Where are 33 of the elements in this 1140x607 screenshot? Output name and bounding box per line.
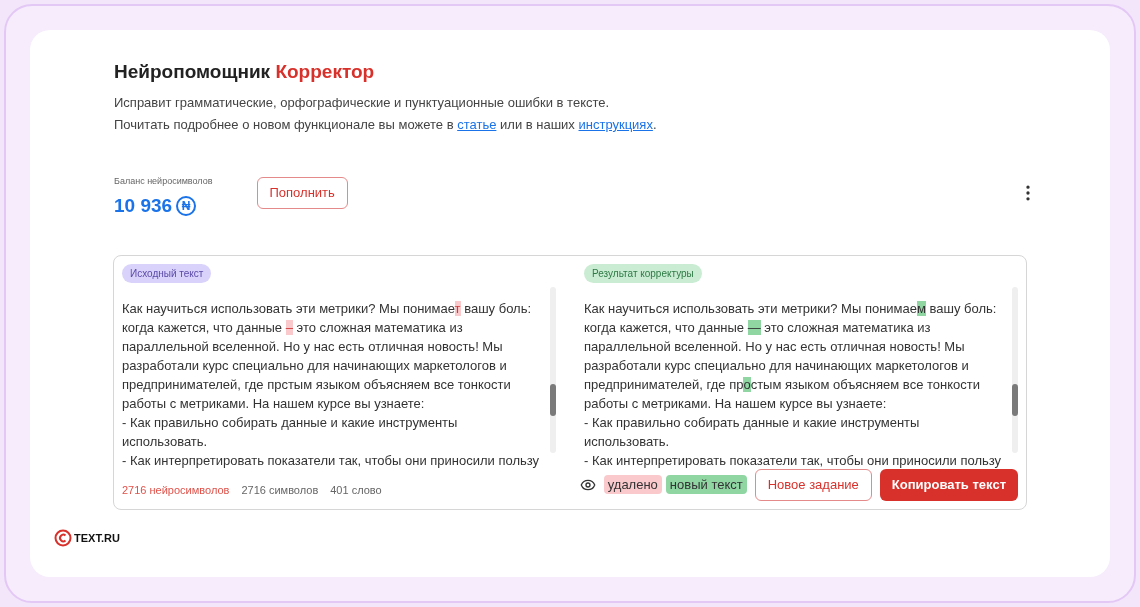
text-paragraph: Как научиться использовать эти метрики? Мы понимает вашу боль: когда кажется, что данные – это сложная математика из параллельной вселенной. Но у нас есть отличная новость! Мы разработали курс специально для начинающих маркетологов и предпринимателей, где прстым языком объясняем все тонкости работы с метриками. На нашем курсе вы узнаете: — [122, 299, 533, 413]
description-text: Исправит грамматические, орфографические и пунктуационные ошибки в тексте. — [114, 93, 611, 112]
copyright-icon — [54, 529, 72, 547]
inserted-mark: о — [743, 376, 751, 392]
text-paragraph: Как научиться использовать эти метрики? Мы понимаем вашу боль: когда кажется, что данные — это сложная математика из параллельной вселенной. Но у нас есть отличная новость! Мы разработали курс специально для начинающих маркетологов и предпринимателей, где простым языком объясняем все тонкости работы с метриками. На нашем курсе вы узнаете: — [584, 299, 998, 413]
scrollbar[interactable] — [550, 286, 556, 453]
more-info-text: Почитать подробнее о новом функционале вы можете в статье или в наших инструкциях. — [114, 116, 658, 134]
text-paragraph: - Как правильно собирать данные и какие инструменты использовать. — [122, 413, 459, 451]
text-paragraph: - Как правильно собирать данные и какие инструменты использовать. — [584, 413, 921, 451]
balance-label: Баланс нейросимволов — [114, 174, 213, 188]
inserted-mark: м — [917, 300, 926, 316]
deleted-legend: удалено — [603, 474, 662, 495]
deleted-mark: т — [454, 300, 461, 316]
article-link[interactable]: статье — [457, 117, 497, 132]
topup-button[interactable]: Пополнить — [256, 176, 348, 209]
text-paragraph: - Как интерпретировать показатели так, чтобы они приносили пользу — [122, 451, 541, 470]
text-paragraph: - Как интерпретировать показатели так, чтобы они приносили пользу — [584, 451, 1003, 470]
inserted-legend: новый текст — [665, 474, 747, 495]
copy-text-button[interactable]: Копировать текст — [879, 468, 1018, 501]
new-task-button[interactable]: Новое задание — [754, 468, 872, 501]
char-count: 2716 символов — [241, 483, 319, 499]
instructions-link[interactable]: инструкциях — [578, 117, 653, 132]
balance-value: 10 936 — [114, 194, 173, 218]
page-title: Нейропомощник Корректор — [114, 60, 376, 84]
panel-badge: Исходный текст — [122, 263, 212, 283]
panel-badge: Результат корректуры — [584, 263, 702, 283]
deleted-mark: – — [285, 319, 293, 335]
scrollbar[interactable] — [1012, 286, 1018, 453]
currency-badge: ₦ — [176, 196, 197, 217]
logo-text: TEXT.RU — [74, 530, 120, 546]
word-count: 401 слово — [330, 483, 382, 499]
neuro-count: 2716 нейросимволов — [122, 483, 230, 499]
inserted-mark: — — [747, 319, 761, 335]
